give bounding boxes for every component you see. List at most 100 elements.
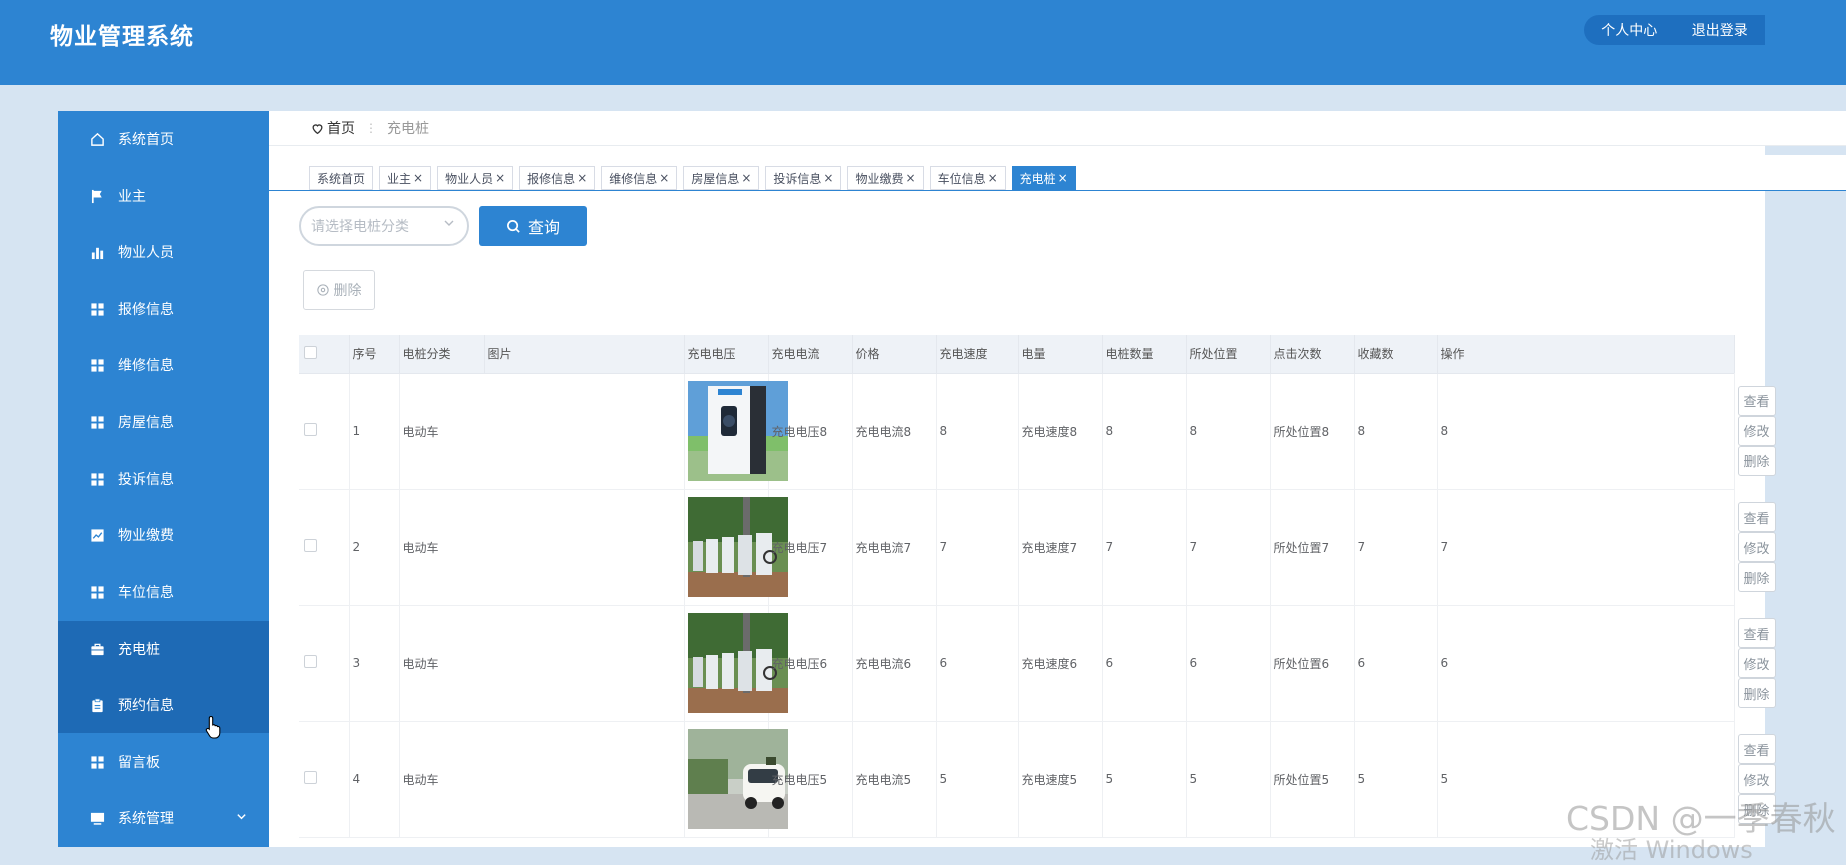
column-header: 序号 [349,335,400,374]
tag-8[interactable]: 物业缴费 × [847,166,924,190]
grid-icon [90,358,105,373]
sidebar-item-label: 预约信息 [118,698,174,714]
tag-6[interactable]: 房屋信息 × [683,166,760,190]
sidebar-item-label: 房屋信息 [118,415,174,431]
cell-category: 电动车 [399,721,685,838]
edit-button[interactable]: 修改 [1737,764,1776,794]
row-checkbox[interactable] [304,655,317,668]
close-icon[interactable]: × [741,171,751,185]
tag-label: 维修信息 [609,171,658,186]
logout-link[interactable]: 退出登录 [1692,20,1748,40]
edit-button[interactable]: 修改 [1737,648,1776,678]
cell-category: 电动车 [399,489,685,606]
cell-power: 7 [1102,489,1187,606]
table-row[interactable]: 2 电动车 充电电压7 充电电流7 7 充电速度7 7 7 所处位置7 7 7 查看修改删除 [299,489,1776,606]
close-icon[interactable]: × [577,171,587,185]
sidebar-item-13[interactable]: 系统管理 [58,790,269,846]
delete-button[interactable]: 删除 [1737,678,1776,708]
cell-power: 6 [1102,605,1187,722]
select-all-checkbox[interactable] [304,345,317,359]
cell-count: 5 [1186,721,1271,838]
cell-count: 8 [1186,373,1271,490]
row-checkbox[interactable] [304,423,317,436]
table-row[interactable]: 3 电动车 充电电压6 充电电流6 6 充电速度6 6 6 所处位置6 6 6 查看修改删除 [299,605,1776,722]
chevron-down-icon[interactable] [236,811,247,825]
charger-thumbnail[interactable] [687,613,788,713]
sidebar-item-label: 物业缴费 [118,528,174,544]
column-header: 电桩数量 [1102,335,1187,374]
flag-icon [90,189,105,204]
cell-no: 2 [349,489,400,606]
row-checkbox[interactable] [304,771,317,784]
sidebar-item-1[interactable]: 系统首页 [58,111,269,167]
sidebar-item-label: 车位信息 [118,585,174,601]
close-icon[interactable]: × [495,171,505,185]
sidebar-item-6[interactable]: 房屋信息 [58,394,269,450]
tag-4[interactable]: 报修信息 × [519,166,596,190]
category-select[interactable]: 请选择电桩分类 [299,206,469,246]
sidebar-item-12[interactable]: 留言板 [58,734,269,790]
close-icon[interactable]: × [1058,171,1068,185]
cell-speed: 充电速度7 [1018,489,1103,606]
view-button[interactable]: 查看 [1737,502,1776,532]
table-row[interactable]: 1 电动车 充电电压8 充电电流8 8 充电速度8 8 8 所处位置8 8 8 查看修改删除 [299,373,1776,490]
breadcrumb-home[interactable]: 首页 [311,118,355,138]
charger-thumbnail[interactable] [687,497,788,597]
charger-thumbnail[interactable] [687,381,788,481]
table-header-row: 序号 电桩分类 图片 充电电压 充电电流 价格 充电速度 电量 电桩数量 所处位置 点击次数 收藏数操… [299,335,1735,374]
close-icon[interactable]: × [659,171,669,185]
sidebar-item-label: 留言板 [118,755,160,771]
row-checkbox[interactable] [304,539,317,552]
grid-icon [90,472,105,487]
sidebar-item-7[interactable]: 投诉信息 [58,451,269,507]
table-row[interactable]: 4 电动车 充电电压5 充电电流5 5 充电速度5 5 5 所处位置5 5 5 查看修改删除 [299,721,1776,838]
column-header: 电桩分类 [399,335,485,374]
close-icon[interactable]: × [823,171,833,185]
grid-icon [90,755,105,770]
charger-thumbnail[interactable] [687,729,788,829]
tag-2[interactable]: 业主 × [379,166,432,190]
delete-button[interactable]: 删除 [1737,445,1776,476]
profile-link[interactable]: 个人中心 [1601,20,1657,40]
close-icon[interactable]: × [988,171,998,185]
sidebar-item-3[interactable]: 物业人员 [58,224,269,280]
column-header: 充电速度 [936,335,1019,374]
sidebar-item-11[interactable]: 预约信息 [58,677,269,733]
main-content: 首页 ⋮ 充电桩 系统首页 业主 × 物业人员 × 报修信息 × 维修信息 × 房屋信息 × 投诉信息… [269,111,1846,847]
cell-no: 4 [349,721,400,838]
sidebar-item-5[interactable]: 维修信息 [58,337,269,393]
sidebar-item-8[interactable]: 物业缴费 [58,507,269,563]
tag-5[interactable]: 维修信息 × [601,166,678,190]
delete-button[interactable]: 删除 [1737,562,1776,592]
tag-7[interactable]: 投诉信息 × [765,166,842,190]
column-header: 点击次数 [1270,335,1355,374]
view-button[interactable]: 查看 [1737,385,1776,416]
cell-speed: 充电速度6 [1018,605,1103,722]
sidebar-item-4[interactable]: 报修信息 [58,281,269,337]
tag-1[interactable]: 系统首页 [309,166,374,190]
tag-label: 系统首页 [317,171,366,186]
batch-delete-button[interactable]: 删除 [303,270,375,310]
sidebar-item-9[interactable]: 车位信息 [58,564,269,620]
hand-cursor-icon [205,715,223,743]
query-button[interactable]: 查询 [479,206,587,246]
search-icon [507,219,520,233]
sidebar-item-2[interactable]: 业主 [58,168,269,224]
sidebar-item-10[interactable]: 充电桩 [58,621,269,677]
tag-3[interactable]: 物业人员 × [437,166,514,190]
close-icon[interactable]: × [906,171,916,185]
cell-clicks: 7 [1354,489,1438,606]
windows-activation-watermark: 激活 Windows [1590,836,1753,864]
clipboard-icon [90,698,105,713]
tag-9[interactable]: 车位信息 × [929,166,1006,190]
edit-button[interactable]: 修改 [1737,415,1776,446]
tag-label: 投诉信息 [773,171,822,186]
tag-label: 物业人员 [445,171,494,186]
view-button[interactable]: 查看 [1737,734,1776,764]
view-button[interactable]: 查看 [1737,618,1776,648]
tag-10[interactable]: 充电桩 × [1011,166,1076,190]
close-icon[interactable]: × [413,171,423,185]
row-select-cell [299,721,350,838]
column-header: 价格 [852,335,937,374]
edit-button[interactable]: 修改 [1737,532,1776,562]
